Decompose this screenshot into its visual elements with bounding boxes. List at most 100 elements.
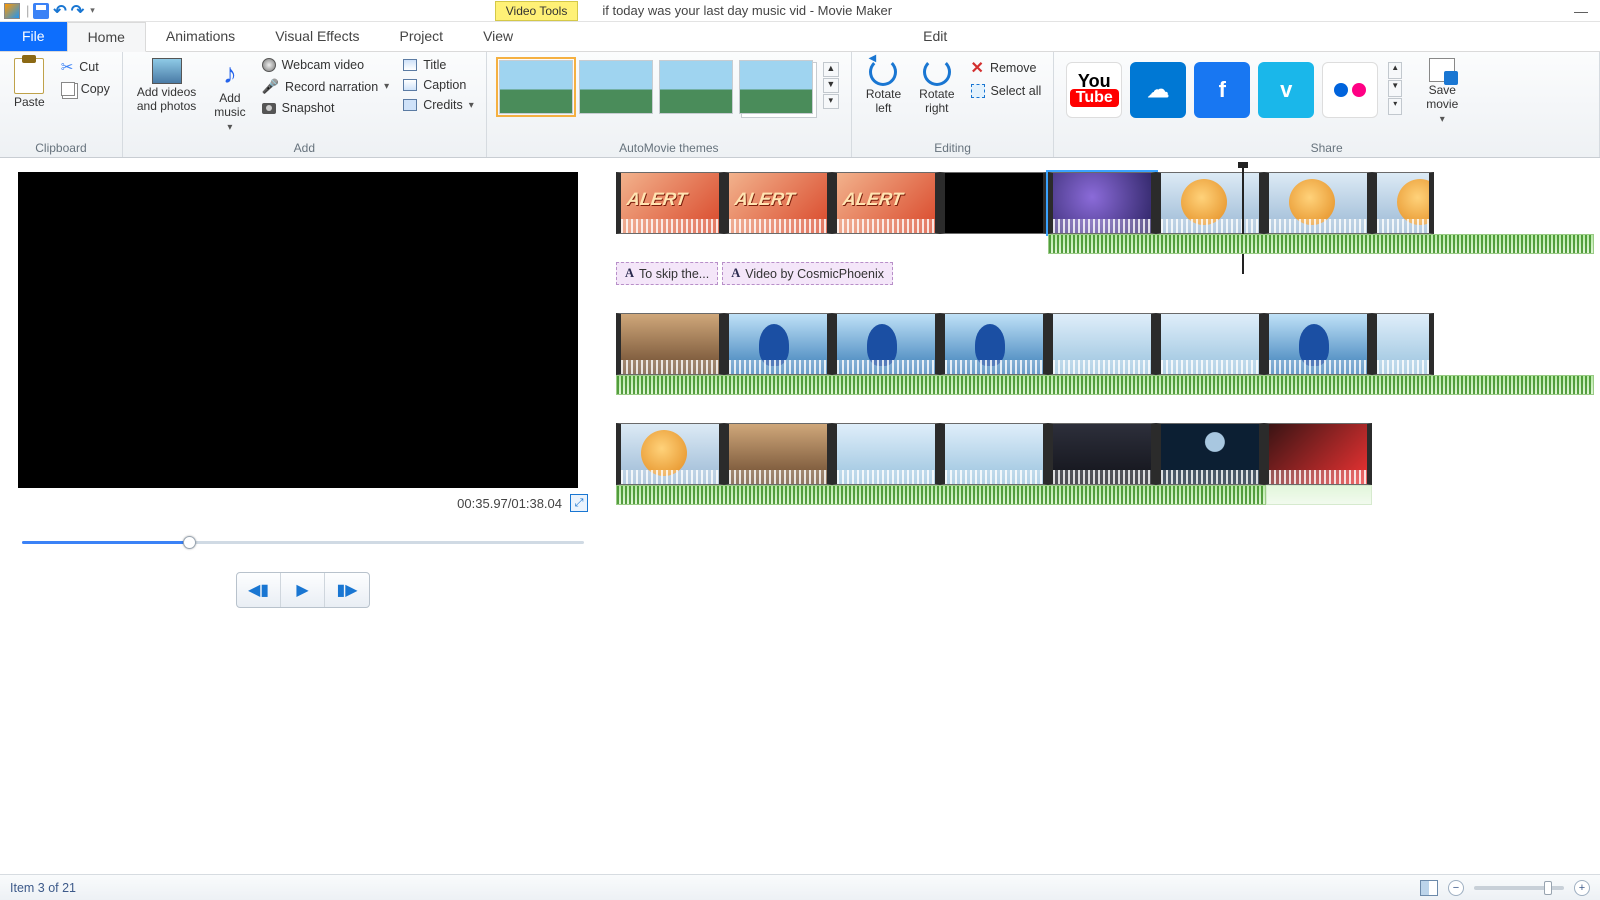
seek-slider[interactable] [18, 534, 588, 552]
clip[interactable] [940, 313, 1048, 375]
audio-track[interactable] [616, 485, 1266, 505]
remove-icon: ✕ [971, 58, 984, 78]
share-facebook-button[interactable]: f [1194, 62, 1250, 118]
tab-project[interactable]: Project [380, 22, 464, 51]
next-frame-button[interactable]: ▮▶ [325, 573, 369, 607]
add-music-button[interactable]: ♪ Add music [208, 56, 251, 135]
rotate-left-button[interactable]: Rotate left [860, 56, 907, 118]
qat-separator: | [26, 3, 29, 18]
clip[interactable] [1264, 313, 1372, 375]
clip[interactable] [1048, 313, 1156, 375]
caption-clip[interactable]: ATo skip the... [616, 262, 718, 285]
seek-thumb[interactable] [183, 536, 196, 549]
share-expand-icon[interactable]: ▾ [1388, 98, 1402, 115]
add-videos-photos-button[interactable]: Add videos and photos [131, 56, 202, 116]
remove-button[interactable]: ✕Remove [967, 56, 1046, 80]
document-title: if today was your last day music vid - M… [602, 3, 892, 18]
minimize-icon[interactable]: — [1574, 3, 1588, 19]
themes-scroll-down-icon[interactable]: ▼ [823, 78, 839, 93]
select-all-button[interactable]: Select all [967, 82, 1046, 100]
prev-frame-button[interactable]: ◀▮ [237, 573, 281, 607]
save-movie-button[interactable]: Save movie [1420, 56, 1464, 127]
play-button[interactable]: ▶ [281, 573, 325, 607]
theme-thumb-3[interactable] [659, 60, 733, 114]
undo-icon[interactable]: ↶ [53, 1, 66, 21]
zoom-out-button[interactable]: − [1448, 880, 1464, 896]
audio-track[interactable] [1048, 234, 1594, 254]
caption-clip[interactable]: AVideo by CosmicPhoenix [722, 262, 893, 285]
clip[interactable] [1372, 172, 1434, 234]
tab-home[interactable]: Home [67, 22, 146, 52]
theme-thumb-2[interactable] [579, 60, 653, 114]
clip[interactable] [616, 423, 724, 485]
clip[interactable] [1048, 423, 1156, 485]
context-tab-video-tools[interactable]: Video Tools [495, 1, 579, 21]
themes-scroll-up-icon[interactable]: ▲ [823, 62, 839, 77]
tab-file[interactable]: File [0, 22, 67, 51]
clip[interactable]: ALERT [616, 172, 724, 234]
redo-icon[interactable]: ↷ [71, 1, 84, 21]
qat-dropdown-icon[interactable]: ▾ [90, 5, 95, 16]
group-editing-label: Editing [860, 139, 1045, 155]
tab-edit[interactable]: Edit [903, 22, 967, 51]
playhead[interactable] [1242, 168, 1244, 274]
clip[interactable] [1264, 172, 1372, 234]
tab-animations[interactable]: Animations [146, 22, 255, 51]
audio-track[interactable] [616, 375, 1594, 395]
share-vimeo-button[interactable]: v [1258, 62, 1314, 118]
clip[interactable] [724, 423, 832, 485]
clip[interactable] [832, 423, 940, 485]
clip[interactable] [940, 172, 1048, 234]
theme-thumb-1[interactable] [499, 60, 573, 114]
share-flickr-button[interactable] [1322, 62, 1378, 118]
share-scroll-up-icon[interactable]: ▲ [1388, 62, 1402, 79]
preview-video[interactable] [18, 172, 578, 488]
share-youtube-button[interactable]: YouTube [1066, 62, 1122, 118]
audio-track-empty[interactable] [1266, 485, 1372, 505]
timeline-pane[interactable]: ALERT ALERT ALERT ATo skip the... AVideo… [600, 158, 1600, 874]
credits-icon [403, 99, 417, 111]
share-onedrive-button[interactable]: ☁ [1130, 62, 1186, 118]
clip[interactable] [832, 313, 940, 375]
clip[interactable] [724, 313, 832, 375]
clip[interactable] [1156, 423, 1264, 485]
zoom-thumb[interactable] [1544, 881, 1552, 895]
clip[interactable]: ALERT [724, 172, 832, 234]
record-narration-label: Record narration [285, 80, 378, 94]
clip-selected[interactable] [1048, 172, 1156, 234]
clip[interactable] [1156, 313, 1264, 375]
zoom-slider[interactable] [1474, 886, 1564, 890]
copy-button[interactable]: Copy [57, 80, 114, 98]
clip[interactable] [616, 313, 724, 375]
save-icon[interactable] [33, 3, 49, 19]
group-clipboard: Paste ✂Cut Copy Clipboard [0, 52, 123, 157]
clip[interactable] [1264, 423, 1372, 485]
tab-view[interactable]: View [463, 22, 533, 51]
themes-scroller: ▲ ▼ ▾ [823, 62, 839, 109]
caption-button[interactable]: Caption [399, 76, 478, 94]
record-narration-button[interactable]: 🎤Record narration [258, 76, 394, 97]
clip[interactable]: ALERT [832, 172, 940, 234]
tab-visual-effects[interactable]: Visual Effects [255, 22, 379, 51]
rotate-right-button[interactable]: Rotate right [913, 56, 960, 118]
zoom-in-button[interactable]: + [1574, 880, 1590, 896]
paste-button[interactable]: Paste [8, 56, 51, 112]
ribbon-tabs: File Home Animations Visual Effects Proj… [0, 22, 1600, 52]
clip[interactable] [1156, 172, 1264, 234]
view-mode-icon[interactable] [1420, 880, 1438, 896]
credits-button[interactable]: Credits [399, 96, 478, 114]
fullscreen-icon[interactable]: ⤢ [570, 494, 588, 512]
clip[interactable] [940, 423, 1048, 485]
clip-strip-1: ALERT ALERT ALERT [616, 172, 1594, 234]
group-clipboard-label: Clipboard [8, 139, 114, 155]
rotate-left-icon [869, 58, 897, 86]
clip[interactable] [1372, 313, 1434, 375]
themes-expand-icon[interactable]: ▾ [823, 94, 839, 109]
snapshot-button[interactable]: Snapshot [258, 99, 394, 117]
cut-button[interactable]: ✂Cut [57, 56, 114, 78]
webcam-video-button[interactable]: Webcam video [258, 56, 394, 74]
title-button[interactable]: Title [399, 56, 478, 74]
share-scroll-down-icon[interactable]: ▼ [1388, 80, 1402, 97]
theme-thumb-4[interactable] [739, 60, 813, 114]
paste-label: Paste [14, 96, 45, 110]
